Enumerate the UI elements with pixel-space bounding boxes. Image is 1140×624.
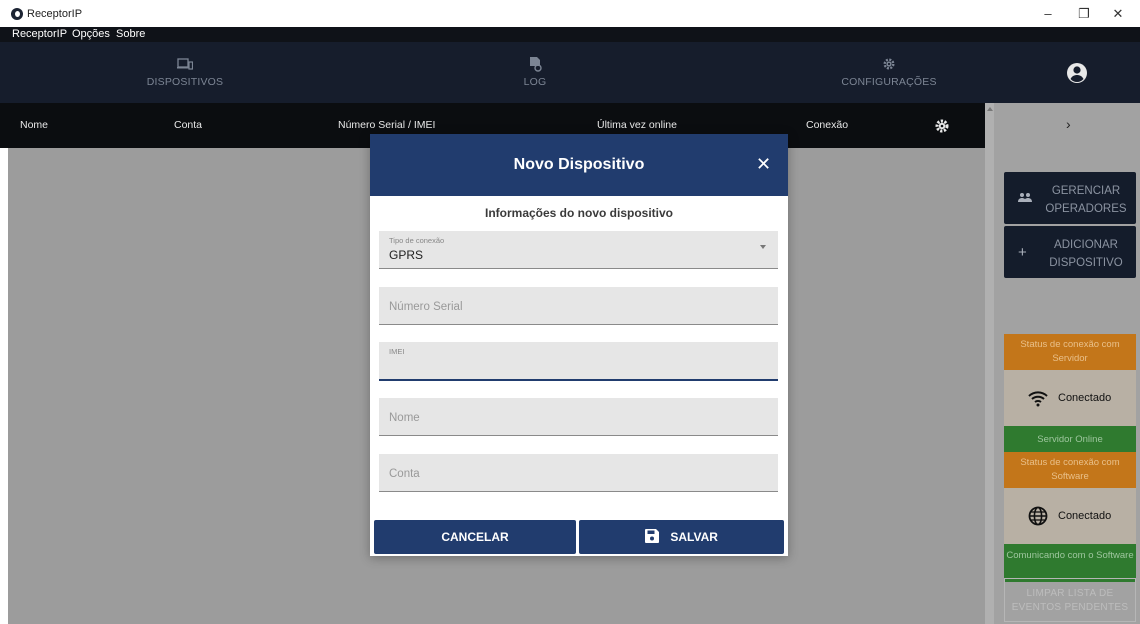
software-status-body: Conectado bbox=[1004, 488, 1136, 544]
cancel-button[interactable]: CANCELAR bbox=[374, 520, 576, 554]
dialog-title: Novo Dispositivo bbox=[513, 156, 645, 173]
server-status-footer: Servidor Online bbox=[1004, 426, 1136, 454]
add-device-label: ADICIONAR DISPOSITIVO bbox=[1049, 239, 1123, 269]
name-field[interactable]: Nome bbox=[379, 398, 778, 436]
server-status-text: Conectado bbox=[1058, 392, 1112, 404]
new-device-dialog: Novo Dispositivo ✕ Informações do novo d… bbox=[370, 134, 788, 556]
minimize-button[interactable]: – bbox=[1032, 4, 1064, 24]
name-placeholder: Nome bbox=[389, 412, 420, 424]
software-status-header: Status de conexão com Software bbox=[1004, 452, 1136, 488]
wifi-icon bbox=[1028, 391, 1048, 407]
imei-field[interactable]: IMEI bbox=[379, 342, 778, 381]
connection-type-select[interactable]: Tipo de conexão GPRS bbox=[379, 231, 778, 269]
server-status-card: Status de conexão com Servidor Conectado… bbox=[1004, 334, 1136, 454]
dialog-close-icon[interactable]: ✕ bbox=[756, 154, 771, 175]
server-status-body: Conectado bbox=[1004, 370, 1136, 426]
save-floppy-icon bbox=[645, 529, 660, 543]
save-button[interactable]: SALVAR bbox=[579, 520, 784, 554]
cancel-label: CANCELAR bbox=[441, 530, 509, 544]
add-device-button[interactable]: + ADICIONAR DISPOSITIVO bbox=[1004, 226, 1136, 278]
sidebar-collapse-chevron-icon[interactable]: › bbox=[1066, 116, 1071, 132]
nav-label: DISPOSITIVOS bbox=[146, 76, 224, 88]
column-header-conta[interactable]: Conta bbox=[174, 119, 202, 131]
menu-bar: ReceptorIP Opções Sobre bbox=[0, 27, 1140, 42]
software-status-card: Status de conexão com Software Conectado… bbox=[1004, 452, 1136, 582]
restore-button[interactable]: ❐ bbox=[1068, 4, 1100, 24]
software-status-text: Conectado bbox=[1058, 510, 1112, 522]
title-bar: ReceptorIP – ❐ ✕ bbox=[0, 0, 1140, 28]
globe-icon bbox=[1028, 506, 1048, 526]
clear-pending-events-button[interactable]: LIMPAR LISTA DE EVENTOS PENDENTES bbox=[1004, 578, 1136, 622]
menu-item-sobre[interactable]: Sobre bbox=[116, 28, 145, 40]
nav-tab-configuracoes[interactable]: CONFIGURAÇÕES bbox=[779, 42, 999, 103]
nav-tab-log[interactable]: LOG bbox=[425, 42, 645, 103]
serial-number-field[interactable]: Número Serial bbox=[379, 287, 778, 325]
dropdown-caret-icon bbox=[760, 245, 766, 249]
serial-number-placeholder: Número Serial bbox=[389, 301, 463, 313]
menu-item-receptorip[interactable]: ReceptorIP bbox=[12, 28, 67, 40]
server-status-header: Status de conexão com Servidor bbox=[1004, 334, 1136, 370]
group-icon bbox=[1018, 190, 1032, 207]
log-icon bbox=[530, 57, 542, 72]
account-placeholder: Conta bbox=[389, 468, 420, 480]
nav-label: LOG bbox=[523, 76, 547, 88]
column-header-serial-imei[interactable]: Número Serial / IMEI bbox=[338, 119, 435, 131]
sidebar-scrollbar[interactable] bbox=[985, 103, 994, 624]
table-settings-gear-icon[interactable] bbox=[934, 118, 950, 134]
save-label: SALVAR bbox=[670, 530, 718, 544]
plus-icon: + bbox=[1018, 244, 1027, 261]
nav-label: CONFIGURAÇÕES bbox=[841, 76, 937, 88]
window-title: ReceptorIP bbox=[27, 8, 83, 20]
software-status-footer: Comunicando com o Software bbox=[1004, 544, 1136, 582]
menu-item-opcoes[interactable]: Opções bbox=[72, 28, 110, 40]
account-circle-icon[interactable] bbox=[1066, 62, 1088, 84]
manage-operators-label: GERENCIAR OPERADORES bbox=[1045, 185, 1127, 215]
imei-label: IMEI bbox=[389, 347, 405, 356]
close-window-button[interactable]: ✕ bbox=[1102, 4, 1134, 24]
app-logo-icon bbox=[11, 8, 23, 20]
devices-icon bbox=[177, 58, 193, 70]
dialog-header: Novo Dispositivo ✕ bbox=[370, 134, 788, 196]
column-header-ultima-vez-online[interactable]: Última vez online bbox=[597, 119, 677, 131]
top-navigation: DISPOSITIVOS LOG CONFIGURAÇÕES bbox=[0, 42, 1140, 103]
connection-type-label: Tipo de conexão bbox=[389, 236, 445, 245]
connection-type-value: GPRS bbox=[389, 248, 424, 262]
account-field[interactable]: Conta bbox=[379, 454, 778, 492]
nav-tab-dispositivos[interactable]: DISPOSITIVOS bbox=[75, 42, 295, 103]
gear-icon bbox=[883, 58, 895, 70]
manage-operators-button[interactable]: GERENCIAR OPERADORES bbox=[1004, 172, 1136, 224]
column-header-nome[interactable]: Nome bbox=[20, 119, 48, 131]
dialog-subtitle: Informações do novo dispositivo bbox=[484, 206, 674, 220]
left-edge bbox=[0, 148, 8, 624]
column-header-conexao[interactable]: Conexão bbox=[806, 119, 848, 131]
